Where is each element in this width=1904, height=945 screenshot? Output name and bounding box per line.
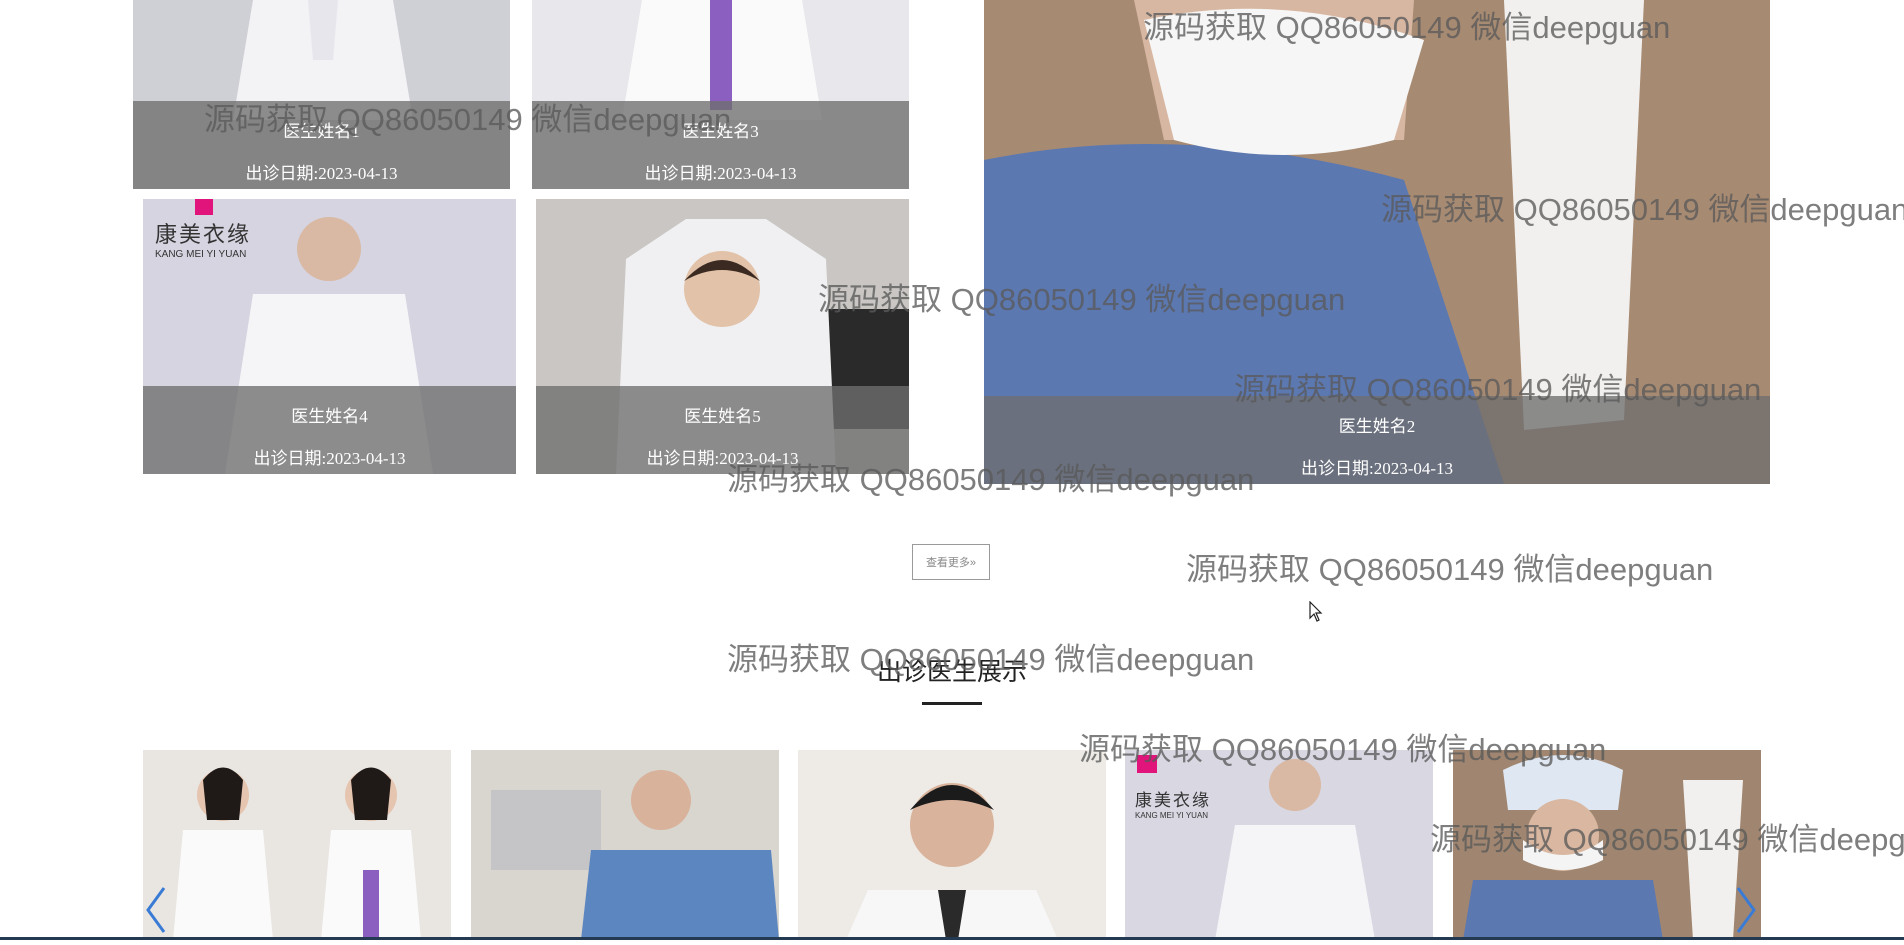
visit-date: 出诊日期:2023-04-13 <box>253 449 406 468</box>
doctor-caption: 医生姓名2 出诊日期:2023-04-13 <box>984 396 1770 484</box>
carousel-item-3[interactable] <box>798 750 1106 940</box>
watermark: 源码获取 QQ86050149 微信deepguan <box>1186 552 1714 587</box>
visit-date: 出诊日期:2023-04-13 <box>646 449 799 468</box>
carousel-next-button[interactable] <box>1730 880 1760 940</box>
doctor-card-2[interactable]: 医生姓名2 出诊日期:2023-04-13 <box>984 0 1770 484</box>
brand-logo: 康美衣缘 KANG MEI YI YUAN <box>1135 786 1211 820</box>
doctor-name: 医生姓名5 <box>684 407 761 426</box>
carousel-item-2[interactable] <box>471 750 779 940</box>
doctor-caption: 医生姓名5 出诊日期:2023-04-13 <box>536 386 909 474</box>
chevron-left-icon <box>146 887 166 933</box>
doctor-caption: 医生姓名4 出诊日期:2023-04-13 <box>143 386 516 474</box>
doctor-photo <box>1453 750 1761 940</box>
brand-logo: 康美衣缘 KANG MEI YI YUAN <box>155 217 251 260</box>
brand-logo-subtext: KANG MEI YI YUAN <box>1135 811 1209 820</box>
doctor-caption: 医生姓名1 出诊日期:2023-04-13 <box>133 101 510 189</box>
doctor-photo <box>798 750 1106 940</box>
doctor-photo <box>471 750 779 940</box>
doctor-card-5[interactable]: 医生姓名5 出诊日期:2023-04-13 <box>536 199 909 474</box>
section-title: 出诊医生展示 <box>876 658 1027 686</box>
brand-logo-subtext: KANG MEI YI YUAN <box>155 249 247 260</box>
doctor-name: 医生姓名1 <box>283 122 360 141</box>
doctor-name: 医生姓名2 <box>1338 417 1416 436</box>
carousel-item-5[interactable] <box>1453 750 1761 940</box>
brand-logo-text: 康美衣缘 <box>155 222 252 247</box>
visit-date: 出诊日期:2023-04-13 <box>1300 459 1454 478</box>
chevron-right-icon <box>1736 887 1756 933</box>
doctor-card-3[interactable]: 医生姓名3 出诊日期:2023-04-13 <box>532 0 909 189</box>
visit-date: 出诊日期:2023-04-13 <box>644 164 797 183</box>
doctor-card-4[interactable]: 康美衣缘 KANG MEI YI YUAN 医生姓名4 出诊日期:2023-04… <box>143 199 516 474</box>
doctor-caption: 医生姓名3 出诊日期:2023-04-13 <box>532 101 909 189</box>
doctor-photo <box>143 750 451 940</box>
carousel-prev-button[interactable] <box>142 880 172 940</box>
view-more-button[interactable]: 查看更多» <box>912 544 990 580</box>
doctor-name: 医生姓名3 <box>682 122 759 141</box>
carousel-item-4[interactable]: 康美衣缘 KANG MEI YI YUAN <box>1125 750 1433 940</box>
doctor-card-1[interactable]: 医生姓名1 出诊日期:2023-04-13 <box>133 0 510 189</box>
visit-date: 出诊日期:2023-04-13 <box>245 164 398 183</box>
doctor-photo <box>1125 750 1433 940</box>
carousel-item-1[interactable] <box>143 750 451 940</box>
mouse-cursor-icon <box>1309 601 1323 622</box>
brand-logo-text: 康美衣缘 <box>1135 791 1211 810</box>
section-divider <box>922 702 982 705</box>
doctor-name: 医生姓名4 <box>291 407 368 426</box>
